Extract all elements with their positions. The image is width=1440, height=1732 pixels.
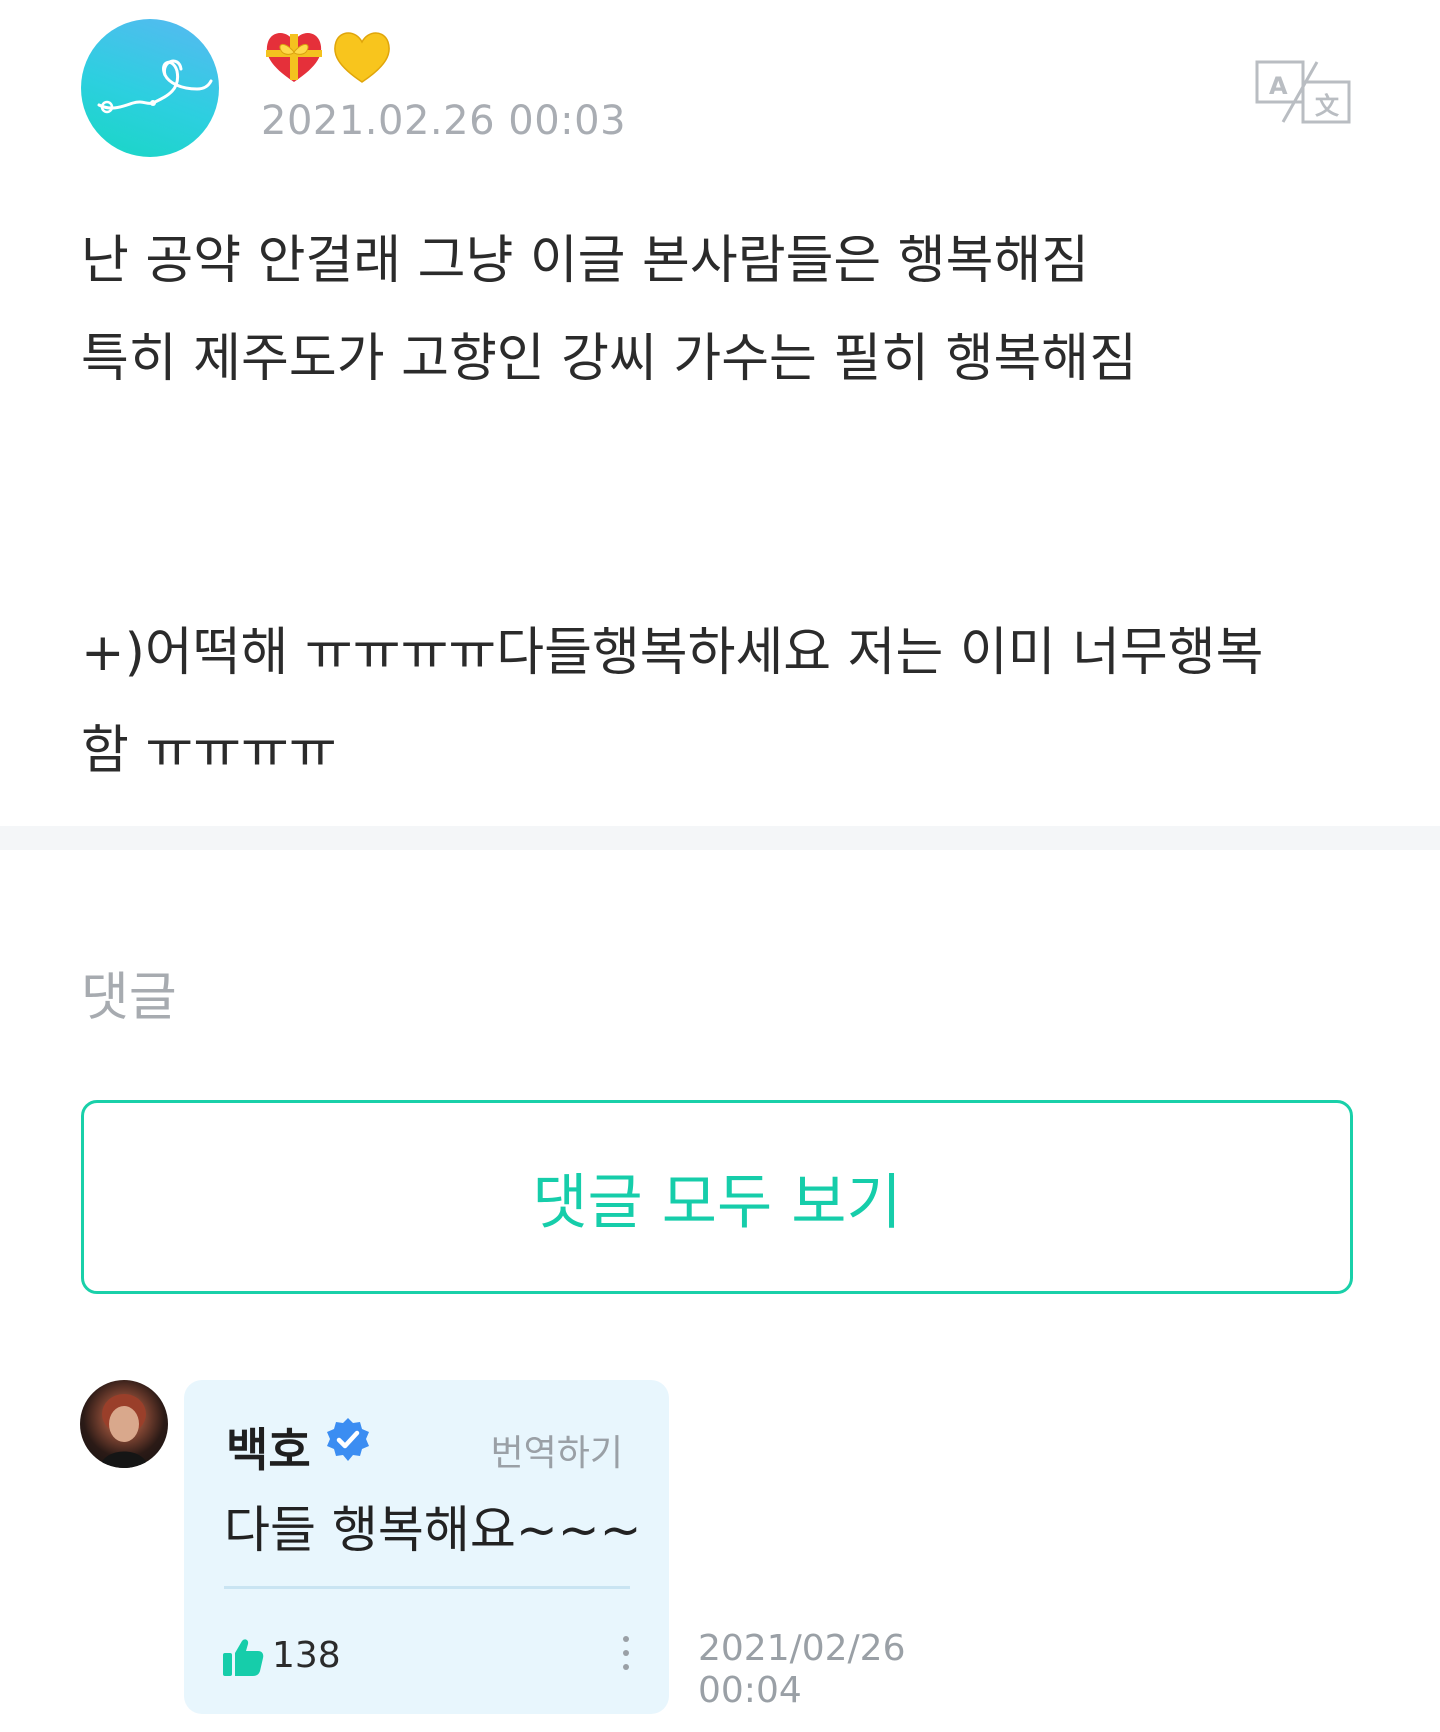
yellow-heart-icon [334, 32, 390, 83]
gift-heart-icon [266, 33, 322, 82]
comments-title: 댓글 [81, 968, 177, 1028]
post-body-blank-line [81, 506, 1371, 604]
comment-text: 다들 행복해요~~~ [224, 1501, 642, 1559]
post-date: 2021.02.26 00:03 [261, 98, 627, 144]
commenter-name[interactable]: 백호 [226, 1414, 311, 1480]
comment-timestamp: 2021/02/26 00:04 [698, 1628, 906, 1712]
author-avatar[interactable] [81, 19, 219, 157]
translate-comment-link[interactable]: 번역하기 [491, 1424, 623, 1476]
more-options-icon[interactable] [620, 1636, 632, 1680]
post-body: 난 공약 안걸래 그냥 이글 본사람들은 행복해짐 특히 제주도가 고향인 강씨… [81, 212, 1371, 800]
post-body-blank-line [81, 408, 1371, 506]
post-body-line: 함 ㅠㅠㅠㅠ [81, 721, 337, 781]
post-body-line: 특히 제주도가 고향인 강씨 가수는 필히 행복해짐 [81, 329, 1137, 389]
section-divider [0, 826, 1440, 850]
thumbs-up-icon[interactable] [222, 1637, 264, 1677]
commenter-avatar[interactable] [80, 1380, 168, 1468]
post-header: 2021.02.26 00:03 A 文 [0, 0, 1440, 180]
svg-text:A: A [1269, 72, 1288, 100]
post-body-line: +)어떡해 ㅠㅠㅠㅠ다들행복하세요 저는 이미 너무행복 [81, 623, 1264, 683]
translate-icon[interactable]: A 文 [1255, 58, 1353, 126]
author-badges [262, 26, 394, 86]
comment-date: 2021/02/26 [698, 1628, 906, 1669]
comment-time: 00:04 [698, 1670, 802, 1711]
heart-ribbon-avatar-icon [97, 59, 213, 114]
verified-badge-icon [327, 1418, 369, 1461]
post-body-line: 난 공약 안걸래 그냥 이글 본사람들은 행복해짐 [81, 231, 1090, 291]
comment-bubble: 백호 번역하기 다들 행복해요~~~ 138 [184, 1380, 669, 1714]
svg-text:文: 文 [1315, 92, 1340, 120]
view-all-comments-button[interactable]: 댓글 모두 보기 [81, 1100, 1353, 1294]
commenter-photo-icon [100, 1394, 148, 1468]
like-count: 138 [272, 1635, 341, 1676]
comment-divider [224, 1586, 630, 1589]
